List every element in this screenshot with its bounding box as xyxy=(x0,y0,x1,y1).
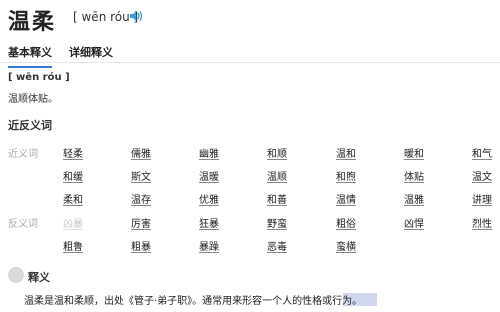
page-title: 温柔 xyxy=(8,10,57,35)
synonym-link[interactable]: 斯文 xyxy=(131,168,151,183)
antonym-link[interactable]: 厉害 xyxy=(131,215,151,230)
synonym-link[interactable]: 柔和 xyxy=(63,191,83,206)
synonym-link[interactable]: 温存 xyxy=(131,191,151,206)
synonym-link[interactable]: 和煦 xyxy=(336,168,356,183)
tab-bar: 基本释义 详细释义 xyxy=(0,37,500,68)
synonym-link[interactable]: 暖和 xyxy=(404,145,424,160)
synonym-link[interactable]: 儒雅 xyxy=(131,145,151,160)
synonym-link[interactable]: 和善 xyxy=(267,191,287,206)
synonym-link[interactable]: 幽雅 xyxy=(199,145,219,160)
meaning-paragraph: 温柔是温和柔顺，出处《管子·弟子职》。通常用来形容一个人的性格或行为。 xyxy=(24,296,363,307)
antonym-link[interactable]: 暴躁 xyxy=(199,238,219,253)
synonym-link[interactable]: 温暖 xyxy=(199,168,219,183)
antonym-link[interactable]: 凶悍 xyxy=(404,215,424,230)
synonym-link[interactable]: 温情 xyxy=(336,191,356,206)
antonym-link[interactable]: 恶毒 xyxy=(267,238,287,253)
synonym-link[interactable]: 温和 xyxy=(336,145,356,160)
section-title-meaning: 释义 xyxy=(28,271,50,284)
antonym-link[interactable]: 粗鲁 xyxy=(63,238,83,253)
antonym-link[interactable]: 野蛮 xyxy=(267,215,287,230)
synonym-link[interactable]: 轻柔 xyxy=(63,145,83,160)
synonym-link[interactable]: 温文 xyxy=(472,168,492,183)
synonym-link[interactable]: 温顺 xyxy=(267,168,287,183)
definition-pinyin: [ wēn róu ] xyxy=(8,72,70,83)
tab-detailed-definition[interactable]: 详细释义 xyxy=(69,44,113,60)
synonym-link[interactable]: 温雅 xyxy=(404,191,424,206)
avatar xyxy=(8,267,24,283)
synonym-link[interactable]: 体贴 xyxy=(404,168,424,183)
antonyms-label: 反义词 xyxy=(8,219,38,230)
synonym-link[interactable]: 和气 xyxy=(472,145,492,160)
antonym-link[interactable]: 蛮横 xyxy=(336,238,356,253)
antonym-link[interactable]: 粗俗 xyxy=(336,215,356,230)
synonym-link[interactable]: 讲理 xyxy=(472,191,492,206)
antonym-link[interactable]: 粗暴 xyxy=(131,238,151,253)
tab-basic-definition[interactable]: 基本释义 xyxy=(8,44,52,68)
synonym-link[interactable]: 和缓 xyxy=(63,168,83,183)
definition-text: 温顺体贴。 xyxy=(8,94,58,105)
speaker-icon[interactable] xyxy=(129,10,143,22)
synonym-link[interactable]: 和顺 xyxy=(267,145,287,160)
antonym-link[interactable]: 狂暴 xyxy=(199,215,219,230)
section-title-synonyms: 近反义词 xyxy=(8,119,52,132)
synonyms-label: 近义词 xyxy=(8,149,38,160)
synonym-link[interactable]: 优雅 xyxy=(199,191,219,206)
antonym-link[interactable]: 凶暴 xyxy=(63,215,83,230)
antonym-link[interactable]: 烈性 xyxy=(472,215,492,230)
